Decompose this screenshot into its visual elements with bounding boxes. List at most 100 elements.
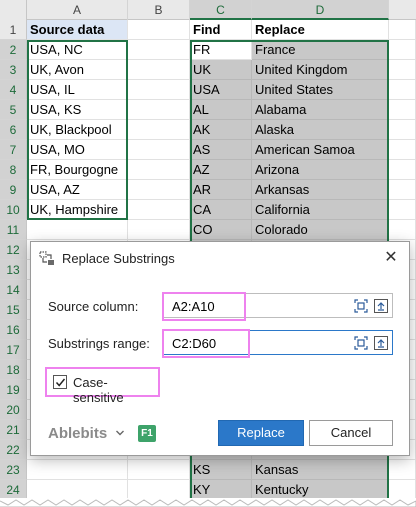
cell-b[interactable] bbox=[128, 200, 190, 220]
row-header[interactable]: 11 bbox=[0, 220, 27, 240]
cell-c[interactable]: CA bbox=[190, 200, 252, 220]
cell-c[interactable]: USA bbox=[190, 80, 252, 100]
row-header[interactable]: 3 bbox=[0, 60, 27, 80]
cell-a[interactable]: USA, IL bbox=[27, 80, 128, 100]
cell-b[interactable] bbox=[128, 20, 190, 40]
cell-a[interactable]: FR, Bourgogne bbox=[27, 160, 128, 180]
cell-a[interactable]: USA, NC bbox=[27, 40, 128, 60]
source-column-input[interactable]: A2:A10 bbox=[162, 292, 393, 321]
cell-b[interactable] bbox=[128, 60, 190, 80]
cell-c[interactable]: AL bbox=[190, 100, 252, 120]
cell-d[interactable]: California bbox=[252, 200, 389, 220]
row-header[interactable]: 22 bbox=[0, 440, 27, 460]
cell-d[interactable]: American Samoa bbox=[252, 140, 389, 160]
case-sensitive-checkbox[interactable] bbox=[53, 375, 67, 389]
row-header[interactable]: 13 bbox=[0, 260, 27, 280]
cell-c[interactable]: FR bbox=[190, 40, 252, 60]
row-header[interactable]: 16 bbox=[0, 320, 27, 340]
cell-a[interactable]: UK, Avon bbox=[27, 60, 128, 80]
select-range-icon[interactable] bbox=[354, 336, 368, 350]
cell-d[interactable]: Arizona bbox=[252, 160, 389, 180]
cell-e[interactable] bbox=[389, 220, 416, 240]
row-header[interactable]: 15 bbox=[0, 300, 27, 320]
column-header-c[interactable]: C bbox=[190, 0, 252, 20]
cell-b[interactable] bbox=[128, 480, 190, 500]
cell-e[interactable] bbox=[389, 480, 416, 500]
cell-e[interactable] bbox=[389, 180, 416, 200]
cell-b[interactable] bbox=[128, 180, 190, 200]
cell-a[interactable]: USA, AZ bbox=[27, 180, 128, 200]
cell-e[interactable] bbox=[389, 100, 416, 120]
cell-b[interactable] bbox=[128, 120, 190, 140]
cell-b[interactable] bbox=[128, 220, 190, 240]
row-header[interactable]: 20 bbox=[0, 400, 27, 420]
row-header[interactable]: 5 bbox=[0, 100, 27, 120]
column-header-a[interactable]: A bbox=[27, 0, 128, 20]
cell-d[interactable]: Alaska bbox=[252, 120, 389, 140]
ablebits-logo[interactable]: Ablebits bbox=[48, 425, 107, 442]
expand-selection-icon[interactable] bbox=[374, 299, 388, 313]
row-header[interactable]: 18 bbox=[0, 360, 27, 380]
cell-a[interactable]: Source data bbox=[27, 20, 128, 40]
row-header[interactable]: 7 bbox=[0, 140, 27, 160]
cell-a[interactable]: USA, MO bbox=[27, 140, 128, 160]
chevron-down-icon[interactable] bbox=[115, 428, 125, 438]
cell-a[interactable]: UK, Hampshire bbox=[27, 200, 128, 220]
close-icon[interactable]: ✕ bbox=[383, 250, 399, 266]
row-header[interactable]: 6 bbox=[0, 120, 27, 140]
row-header[interactable]: 19 bbox=[0, 380, 27, 400]
row-header[interactable]: 17 bbox=[0, 340, 27, 360]
cell-d[interactable]: Replace bbox=[252, 20, 389, 40]
cell-b[interactable] bbox=[128, 40, 190, 60]
select-all-corner[interactable] bbox=[0, 0, 27, 20]
cell-e[interactable] bbox=[389, 80, 416, 100]
row-header[interactable]: 1 bbox=[0, 20, 27, 40]
cell-c[interactable]: KY bbox=[190, 480, 252, 500]
cell-b[interactable] bbox=[128, 100, 190, 120]
cell-d[interactable]: United Kingdom bbox=[252, 60, 389, 80]
cell-c[interactable]: AZ bbox=[190, 160, 252, 180]
cell-e[interactable] bbox=[389, 140, 416, 160]
cell-e[interactable] bbox=[389, 160, 416, 180]
cell-b[interactable] bbox=[128, 140, 190, 160]
row-header[interactable]: 23 bbox=[0, 460, 27, 480]
cell-b[interactable] bbox=[128, 460, 190, 480]
row-header[interactable]: 4 bbox=[0, 80, 27, 100]
expand-selection-icon[interactable] bbox=[374, 336, 388, 350]
cell-e[interactable] bbox=[389, 200, 416, 220]
row-header[interactable]: 12 bbox=[0, 240, 27, 260]
row-header[interactable]: 14 bbox=[0, 280, 27, 300]
cell-d[interactable]: Arkansas bbox=[252, 180, 389, 200]
cell-d[interactable]: Colorado bbox=[252, 220, 389, 240]
row-header[interactable]: 24 bbox=[0, 480, 27, 500]
help-f1-badge[interactable]: F1 bbox=[138, 425, 156, 442]
cell-e[interactable] bbox=[389, 60, 416, 80]
cell-e[interactable] bbox=[389, 120, 416, 140]
cell-e[interactable] bbox=[389, 40, 416, 60]
cancel-button[interactable]: Cancel bbox=[309, 420, 393, 446]
cell-d[interactable]: France bbox=[252, 40, 389, 60]
cell-c[interactable]: Find bbox=[190, 20, 252, 40]
column-header-e[interactable] bbox=[389, 0, 416, 20]
substrings-range-input[interactable]: C2:D60 bbox=[162, 329, 393, 358]
cell-b[interactable] bbox=[128, 80, 190, 100]
select-range-icon[interactable] bbox=[354, 299, 368, 313]
cell-a[interactable] bbox=[27, 480, 128, 500]
cell-d[interactable]: Alabama bbox=[252, 100, 389, 120]
cell-a[interactable]: USA, KS bbox=[27, 100, 128, 120]
row-header[interactable]: 8 bbox=[0, 160, 27, 180]
cell-c[interactable]: AS bbox=[190, 140, 252, 160]
cell-c[interactable]: UK bbox=[190, 60, 252, 80]
cell-c[interactable]: AR bbox=[190, 180, 252, 200]
cell-e[interactable] bbox=[389, 20, 416, 40]
case-sensitive-option[interactable]: Case-sensitive bbox=[45, 367, 160, 405]
cell-a[interactable] bbox=[27, 220, 128, 240]
cell-c[interactable]: AK bbox=[190, 120, 252, 140]
row-header[interactable]: 2 bbox=[0, 40, 27, 60]
cell-e[interactable] bbox=[389, 460, 416, 480]
cell-d[interactable]: Kansas bbox=[252, 460, 389, 480]
cell-d[interactable]: Kentucky bbox=[252, 480, 389, 500]
row-header[interactable]: 10 bbox=[0, 200, 27, 220]
row-header[interactable]: 9 bbox=[0, 180, 27, 200]
cell-b[interactable] bbox=[128, 160, 190, 180]
